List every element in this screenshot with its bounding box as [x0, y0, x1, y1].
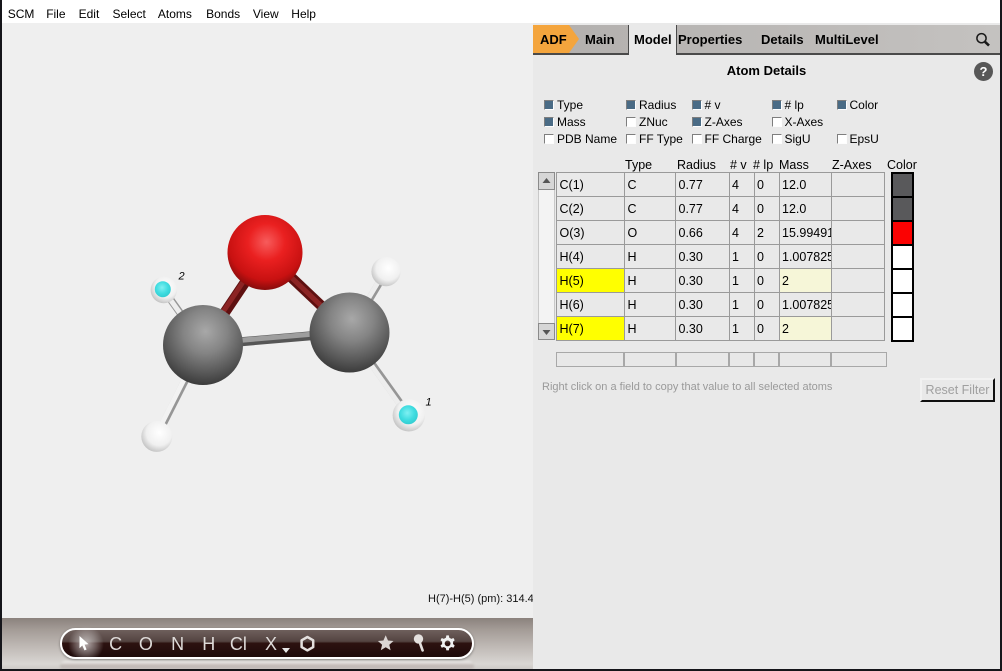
svg-text:2: 2 [178, 271, 185, 283]
svg-text:1: 1 [426, 397, 432, 409]
